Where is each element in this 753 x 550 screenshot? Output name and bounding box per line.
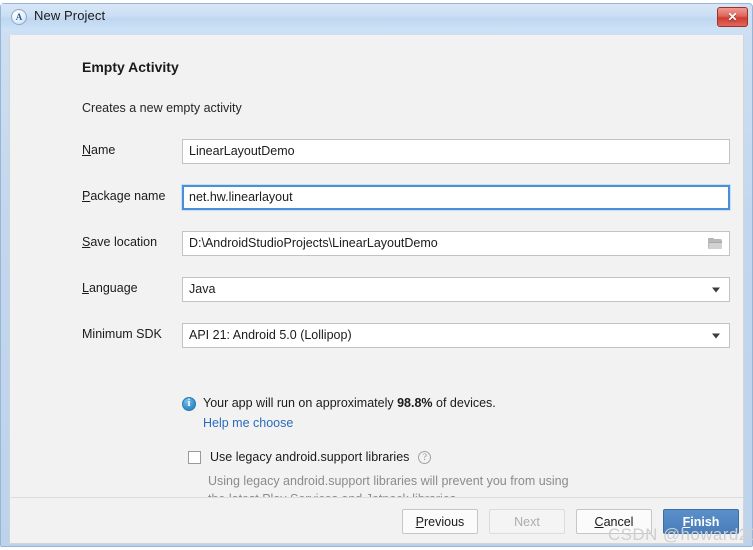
name-label-mnemonic: N xyxy=(82,143,92,157)
language-label-mnemonic: L xyxy=(82,281,89,295)
use-legacy-libraries-label: Use legacy android.support libraries xyxy=(210,450,410,464)
cancel-button-label: ancel xyxy=(603,514,634,529)
title-bar-background xyxy=(1,4,738,31)
form-row-minimum-sdk: Minimum SDK API 21: Android 5.0 (Lollipo… xyxy=(82,323,730,348)
form-row-name: Name LinearLayoutDemo xyxy=(82,139,730,164)
page-title: Empty Activity xyxy=(82,59,179,75)
minimum-sdk-select[interactable]: API 21: Android 5.0 (Lollipop) xyxy=(182,323,730,348)
info-icon: i xyxy=(182,397,196,411)
app-icon-glyph: A xyxy=(15,11,23,22)
help-question-icon[interactable]: ? xyxy=(418,450,432,464)
language-select-value: Java xyxy=(189,282,216,297)
page-subtitle: Creates a new empty activity xyxy=(82,101,242,115)
save-location-label-text: ave location xyxy=(90,235,158,249)
help-me-choose-link[interactable]: Help me choose xyxy=(203,416,293,430)
name-label-text: ame xyxy=(91,143,116,157)
device-info-text-after: of devices. xyxy=(432,396,496,410)
dialog-button-bar: Previous Next Cancel Finish xyxy=(10,497,743,542)
close-button[interactable]: ✕ xyxy=(717,7,748,27)
legacy-desc-line1: Using legacy android.support libraries w… xyxy=(208,474,569,488)
next-button: Next xyxy=(489,509,565,534)
cancel-button-mnemonic: C xyxy=(594,514,604,529)
save-location-label: Save location xyxy=(82,235,157,249)
legacy-libraries-row: Use legacy android.support libraries ? xyxy=(188,450,432,464)
finish-button-label: inish xyxy=(690,514,720,529)
save-location-input-value: D:\AndroidStudioProjects\LinearLayoutDem… xyxy=(189,236,438,251)
finish-button[interactable]: Finish xyxy=(663,509,739,534)
chevron-down-icon[interactable] xyxy=(712,287,720,292)
device-info-percent: 98.8% xyxy=(397,396,433,410)
package-name-input[interactable]: net.hw.linearlayout xyxy=(182,185,730,210)
close-icon: ✕ xyxy=(727,10,738,24)
folder-browse-icon[interactable] xyxy=(708,237,723,250)
package-name-input-value: net.hw.linearlayout xyxy=(189,190,293,205)
language-select[interactable]: Java xyxy=(182,277,730,302)
content-area: Empty Activity Creates a new empty activ… xyxy=(10,35,743,506)
next-button-label: Next xyxy=(514,514,540,529)
android-studio-icon: A xyxy=(11,9,27,25)
minimum-sdk-select-value: API 21: Android 5.0 (Lollipop) xyxy=(189,328,352,343)
minimum-sdk-label: Minimum SDK xyxy=(82,327,162,341)
package-name-label: Package name xyxy=(82,189,165,203)
language-label-text: anguage xyxy=(88,281,138,295)
window-title: New Project xyxy=(34,8,106,23)
device-info-text-before: Your app will run on approximately xyxy=(203,396,398,410)
use-legacy-libraries-checkbox[interactable] xyxy=(188,450,201,464)
package-name-label-text: ackage name xyxy=(90,189,166,203)
dialog-window: A New Project ✕ Empty Activity Creates a… xyxy=(0,3,753,547)
name-input[interactable]: LinearLayoutDemo xyxy=(182,139,730,164)
device-info-text: Your app will run on approximately 98.8%… xyxy=(203,396,496,410)
name-label: Name xyxy=(82,143,115,157)
finish-button-mnemonic: F xyxy=(682,514,691,529)
dialog-body: Empty Activity Creates a new empty activ… xyxy=(9,35,744,544)
previous-button-label: revious xyxy=(424,514,465,529)
save-location-input[interactable]: D:\AndroidStudioProjects\LinearLayoutDem… xyxy=(182,231,730,256)
previous-button-mnemonic: P xyxy=(415,514,425,529)
form-row-save-location: Save location D:\AndroidStudioProjects\L… xyxy=(82,231,730,256)
chevron-down-icon[interactable] xyxy=(712,333,720,338)
name-input-value: LinearLayoutDemo xyxy=(189,144,295,159)
form-row-package-name: Package name net.hw.linearlayout xyxy=(82,185,730,210)
previous-button[interactable]: Previous xyxy=(402,509,478,534)
cancel-button[interactable]: Cancel xyxy=(576,509,652,534)
language-label: Language xyxy=(82,281,138,295)
form-row-language: Language Java xyxy=(82,277,730,302)
